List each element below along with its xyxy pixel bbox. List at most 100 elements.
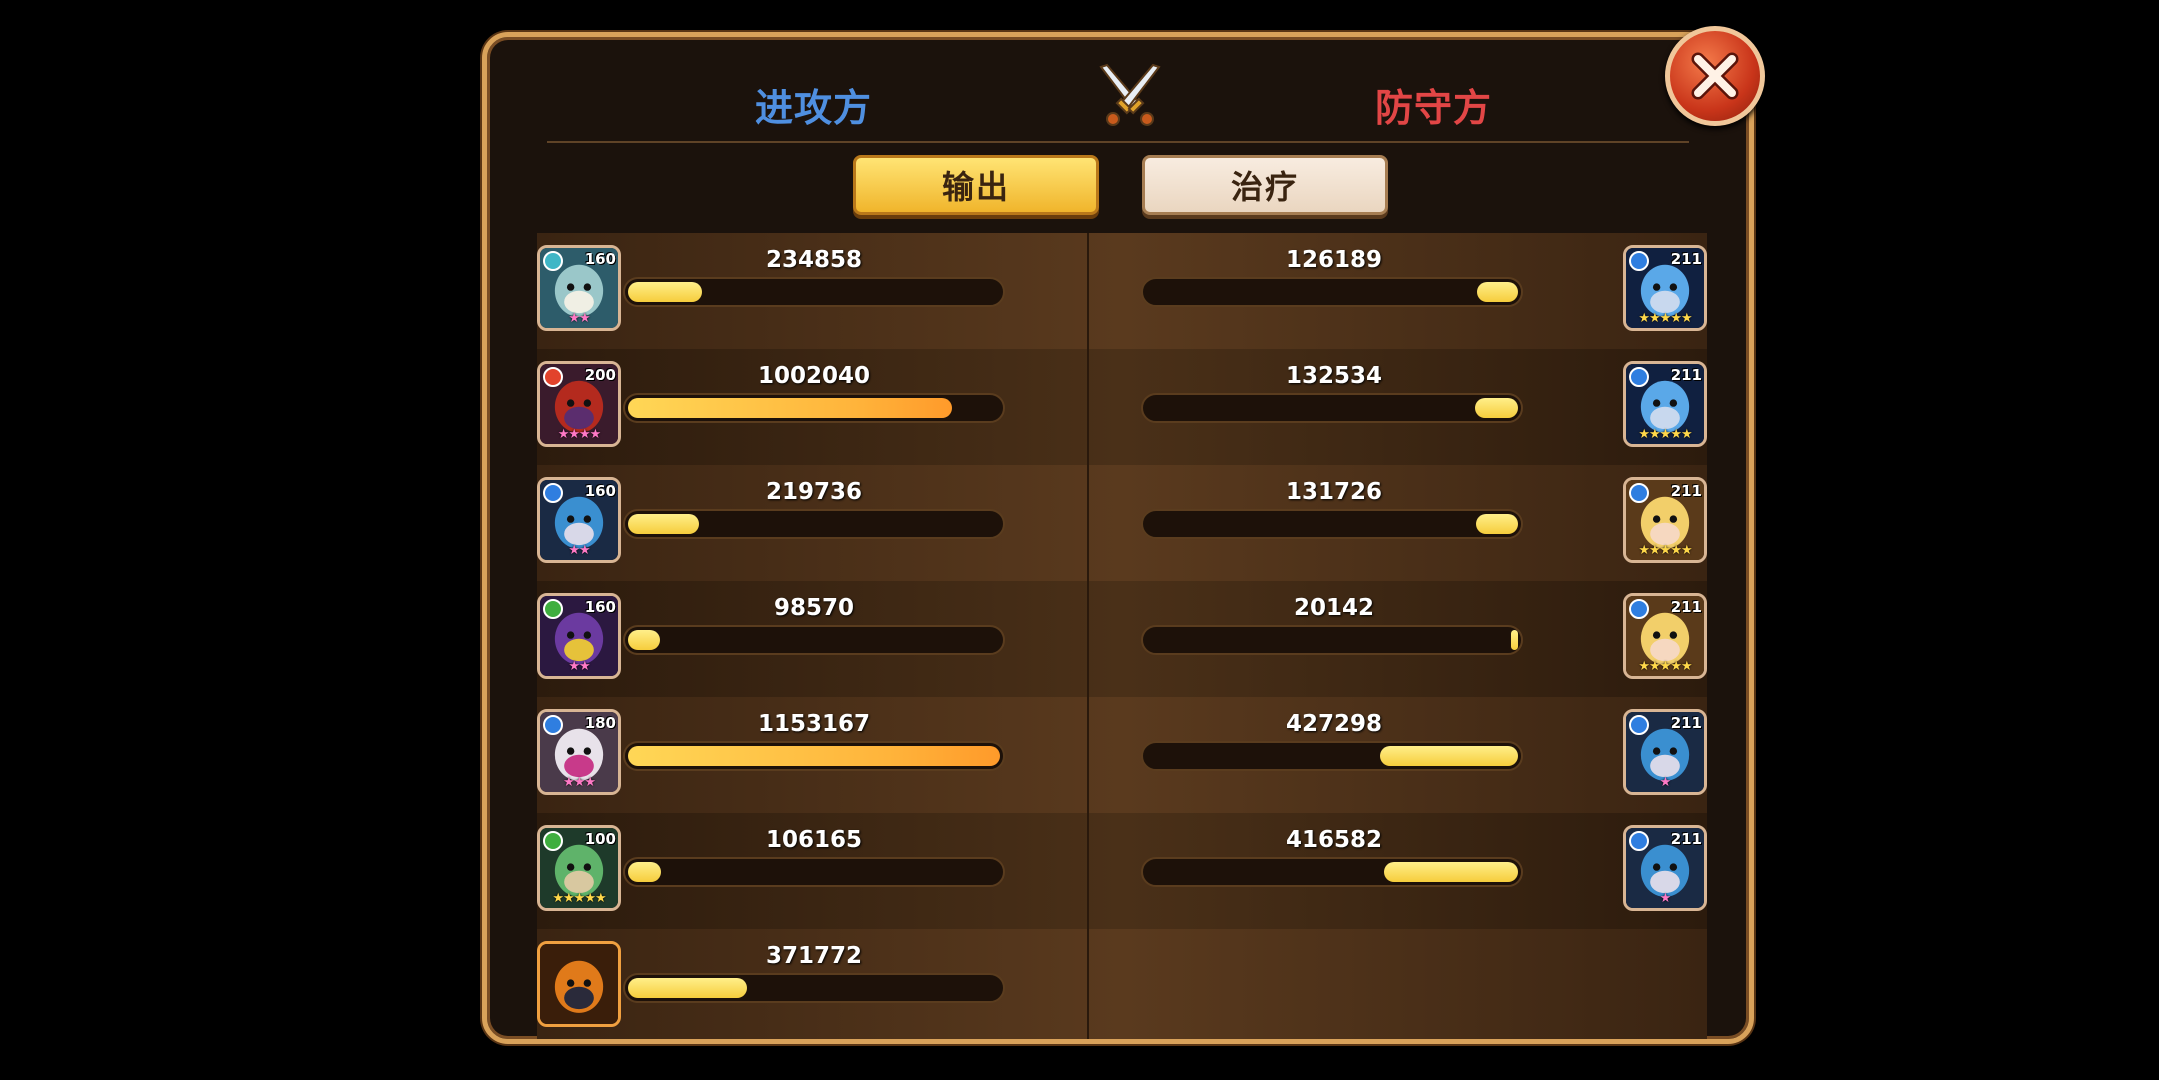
- hero-portrait[interactable]: 160 ★★: [537, 477, 621, 563]
- crossed-swords-icon: [1099, 63, 1161, 126]
- damage-value: 126189: [1285, 247, 1383, 273]
- star-rating: ★★★★★: [1638, 311, 1692, 326]
- damage-bar: [1141, 509, 1523, 539]
- damage-bar-fill: [628, 978, 748, 998]
- star-rating: ★★★★★: [552, 891, 606, 906]
- defender-label: 防守方: [1375, 86, 1493, 130]
- hero-level: 211: [1670, 830, 1702, 848]
- hero-level: 211: [1670, 482, 1702, 500]
- hero-level: 211: [1670, 714, 1702, 732]
- element-icon: [1629, 367, 1649, 387]
- stats-row: 160 ★★ 234858 211 ★★★★★ 126189: [537, 233, 1707, 349]
- star-rating: ★: [1659, 775, 1672, 790]
- hero-portrait[interactable]: 211 ★★★★★: [1623, 477, 1707, 563]
- element-icon: [543, 483, 563, 503]
- star-rating: ★★: [568, 659, 590, 674]
- hero-level: 160: [584, 250, 616, 268]
- hero-portrait[interactable]: 160 ★★: [537, 245, 621, 331]
- star-rating: ★★★★: [557, 427, 602, 442]
- damage-bar-fill: [1511, 630, 1518, 650]
- battle-stats-panel: 进攻方 防守方 输出 治疗 160 ★★ 234858 211 ★★★★★ 126: [482, 32, 1754, 1044]
- star-rating: ★★: [568, 311, 590, 326]
- center-divider: [1087, 233, 1089, 1039]
- damage-value: 98570: [773, 595, 855, 621]
- damage-bar: [623, 393, 1005, 423]
- damage-bar: [1141, 625, 1523, 655]
- star-rating: ★★★★★: [1638, 659, 1692, 674]
- hero-level: 160: [584, 598, 616, 616]
- element-icon: [1629, 483, 1649, 503]
- damage-bar-fill: [628, 630, 660, 650]
- damage-value: 234858: [765, 247, 863, 273]
- damage-value: 20142: [1293, 595, 1375, 621]
- hero-portrait[interactable]: 211 ★: [1623, 709, 1707, 795]
- damage-bar: [623, 625, 1005, 655]
- star-rating: ★★★★★: [1638, 543, 1692, 558]
- hero-portrait[interactable]: 100 ★★★★★: [537, 825, 621, 911]
- tab-output[interactable]: 输出: [853, 155, 1099, 215]
- hero-portrait[interactable]: 211 ★★★★★: [1623, 361, 1707, 447]
- element-icon: [1629, 251, 1649, 271]
- star-rating: ★★★★★: [1638, 427, 1692, 442]
- close-icon: [1691, 52, 1739, 100]
- damage-bar-fill: [1380, 746, 1518, 766]
- damage-value: 416582: [1285, 827, 1383, 853]
- element-icon: [543, 831, 563, 851]
- damage-bar-fill: [628, 282, 703, 302]
- stats-row: 160 ★★ 219736 211 ★★★★★ 131726: [537, 465, 1707, 581]
- damage-bar: [623, 741, 1005, 771]
- element-icon: [543, 599, 563, 619]
- element-icon: [1629, 831, 1649, 851]
- stats-row: 371772: [537, 929, 1707, 1039]
- element-icon: [543, 367, 563, 387]
- damage-bar-fill: [628, 514, 699, 534]
- damage-bar: [623, 509, 1005, 539]
- damage-value: 1002040: [757, 363, 871, 389]
- stats-row: 200 ★★★★ 1002040 211 ★★★★★ 132534: [537, 349, 1707, 465]
- damage-bar-fill: [1384, 862, 1518, 882]
- damage-bar: [1141, 857, 1523, 887]
- hero-level: 200: [584, 366, 616, 384]
- tab-heal[interactable]: 治疗: [1142, 155, 1388, 215]
- damage-bar-fill: [1475, 514, 1518, 534]
- hero-level: 100: [584, 830, 616, 848]
- hero-level: 160: [584, 482, 616, 500]
- stats-row: 100 ★★★★★ 106165 211 ★ 416582: [537, 813, 1707, 929]
- damage-bar-fill: [1477, 282, 1518, 302]
- damage-bar-fill: [628, 746, 1000, 766]
- damage-bar: [623, 277, 1005, 307]
- hero-portrait[interactable]: [537, 941, 621, 1027]
- hero-portrait[interactable]: 211 ★: [1623, 825, 1707, 911]
- attacker-label: 进攻方: [755, 86, 873, 130]
- damage-bar: [1141, 277, 1523, 307]
- hero-portrait[interactable]: 211 ★★★★★: [1623, 593, 1707, 679]
- damage-bar-fill: [628, 862, 662, 882]
- star-rating: ★★: [568, 543, 590, 558]
- damage-value: 106165: [765, 827, 863, 853]
- panel-header: 进攻方 防守方: [487, 37, 1749, 145]
- damage-value: 219736: [765, 479, 863, 505]
- hero-level: 211: [1670, 598, 1702, 616]
- stats-row: 160 ★★ 98570 211 ★★★★★ 20142: [537, 581, 1707, 697]
- damage-bar-fill: [628, 398, 952, 418]
- damage-bar: [623, 973, 1005, 1003]
- damage-value: 131726: [1285, 479, 1383, 505]
- damage-value: 132534: [1285, 363, 1383, 389]
- stats-table: 160 ★★ 234858 211 ★★★★★ 126189 200 ★★★★ 100204…: [537, 233, 1707, 1039]
- hero-portrait[interactable]: 180 ★★★: [537, 709, 621, 795]
- damage-bar-fill: [1475, 398, 1518, 418]
- damage-value: 371772: [765, 943, 863, 969]
- element-icon: [1629, 599, 1649, 619]
- element-icon: [543, 715, 563, 735]
- hero-level: 180: [584, 714, 616, 732]
- stats-row: 180 ★★★ 1153167 211 ★ 427298: [537, 697, 1707, 813]
- hero-level: 211: [1670, 366, 1702, 384]
- hero-portrait[interactable]: 200 ★★★★: [537, 361, 621, 447]
- hero-portrait[interactable]: 211 ★★★★★: [1623, 245, 1707, 331]
- close-button[interactable]: [1665, 26, 1765, 126]
- hero-portrait[interactable]: 160 ★★: [537, 593, 621, 679]
- star-rating: ★★★: [563, 775, 596, 790]
- damage-bar: [1141, 741, 1523, 771]
- damage-value: 427298: [1285, 711, 1383, 737]
- header-divider: [547, 141, 1689, 143]
